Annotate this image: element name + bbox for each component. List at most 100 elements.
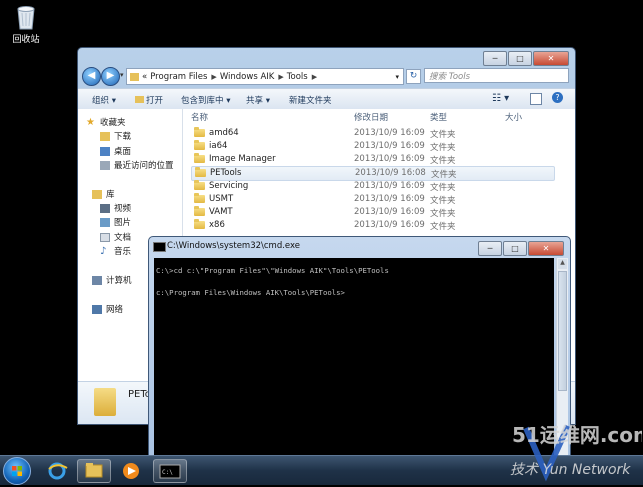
taskbar-media-player-button[interactable]	[114, 459, 148, 483]
organize-button[interactable]: 组织 ▾	[92, 94, 116, 106]
nav-downloads[interactable]: 下载	[100, 130, 131, 142]
folder-icon	[194, 127, 205, 137]
svg-text:C:\: C:\	[162, 469, 173, 476]
cmd-title: C:\Windows\system32\cmd.exe	[167, 241, 301, 251]
nav-desktop[interactable]: 桌面	[100, 145, 131, 157]
breadcrumb-overflow[interactable]: «	[142, 72, 147, 82]
column-size[interactable]: 大小	[505, 111, 522, 123]
nav-documents[interactable]: 文档	[100, 231, 131, 243]
recycle-bin-label: 回收站	[12, 35, 40, 45]
cmd-icon	[153, 242, 166, 252]
nav-videos[interactable]: 视频	[100, 202, 131, 214]
library-icon	[92, 189, 102, 199]
folder-icon	[194, 140, 205, 150]
command-bar: 组织 ▾ 打开 包含到库中 ▾ 共享 ▾ 新建文件夹 ☷ ▾ ?	[78, 88, 575, 110]
downloads-icon	[100, 131, 110, 141]
taskbar-ie-button[interactable]	[40, 459, 74, 483]
view-options-icon[interactable]: ☷ ▾	[492, 93, 509, 104]
picture-icon	[100, 217, 110, 227]
watermark-logo: 51运维网.com 技术 Yun Network	[508, 418, 643, 482]
address-dropdown-icon[interactable]: ▾	[395, 73, 399, 81]
file-row-image-manager[interactable]: Image Manager 2013/10/9 16:09 文件夹	[191, 153, 553, 166]
watermark-bottom: 技术 Yun Network	[510, 462, 631, 478]
cmd-caption-buttons: ─ □ ✕	[478, 241, 564, 256]
breadcrumb-chevron-icon[interactable]: ▶	[278, 73, 283, 81]
nav-network[interactable]: 网络	[92, 303, 123, 315]
nav-pictures[interactable]: 图片	[100, 216, 131, 228]
cmd-minimize-button[interactable]: ─	[478, 241, 502, 256]
nav-computer[interactable]: 计算机	[92, 274, 132, 286]
maximize-button[interactable]: □	[508, 51, 532, 66]
new-folder-button[interactable]: 新建文件夹	[289, 94, 332, 106]
breadcrumb-windows-aik[interactable]: Windows AIK	[220, 72, 275, 82]
column-modified[interactable]: 修改日期	[354, 111, 388, 123]
open-button[interactable]: 打开	[135, 94, 163, 106]
search-input[interactable]: 搜索 Tools	[424, 68, 569, 83]
scroll-thumb[interactable]	[558, 271, 567, 391]
column-name[interactable]: 名称	[191, 111, 208, 123]
folder-icon	[130, 72, 139, 81]
file-row-vamt[interactable]: VAMT 2013/10/9 16:09 文件夹	[191, 206, 553, 219]
refresh-icon[interactable]: ↻	[406, 69, 421, 84]
video-icon	[100, 203, 110, 213]
taskbar-cmd-button[interactable]: C:\	[153, 459, 187, 483]
recycle-bin-icon	[17, 6, 35, 30]
folder-icon	[85, 463, 103, 478]
recycle-bin[interactable]: 回收站	[6, 4, 46, 48]
music-icon: ♪	[100, 245, 107, 257]
folder-icon	[194, 153, 205, 163]
folder-icon	[194, 180, 205, 190]
computer-icon	[92, 275, 102, 285]
address-bar[interactable]: « Program Files ▶ Windows AIK ▶ Tools ▶ …	[126, 68, 404, 85]
nav-music[interactable]: ♪ 音乐	[100, 245, 131, 257]
folder-icon	[194, 193, 205, 203]
cmd-close-button[interactable]: ✕	[528, 241, 564, 256]
network-icon	[92, 304, 102, 314]
desktop-icon	[100, 146, 110, 156]
file-row-ia64[interactable]: ia64 2013/10/9 16:09 文件夹	[191, 140, 553, 153]
star-icon: ★	[86, 116, 95, 128]
nav-libraries[interactable]: 库	[92, 188, 115, 200]
folder-icon	[195, 167, 206, 177]
share-button[interactable]: 共享 ▾	[246, 94, 270, 106]
file-row-amd64[interactable]: amd64 2013/10/9 16:09 文件夹	[191, 127, 553, 140]
start-button[interactable]	[3, 457, 31, 485]
breadcrumb-chevron-icon[interactable]: ▶	[312, 73, 317, 81]
scroll-up-icon[interactable]: ▲	[558, 259, 567, 269]
back-button[interactable]: ◀	[82, 67, 101, 86]
close-button[interactable]: ✕	[533, 51, 569, 66]
open-folder-icon	[135, 96, 144, 103]
breadcrumb-chevron-icon[interactable]: ▶	[211, 73, 216, 81]
cmd-icon: C:\	[159, 464, 181, 479]
folder-icon	[194, 206, 205, 216]
cmd-line-3: c:\Program Files\Windows AIK\Tools\PEToo…	[156, 288, 345, 297]
folder-icon	[194, 219, 205, 229]
file-row-x86[interactable]: x86 2013/10/9 16:09 文件夹	[191, 219, 553, 232]
forward-button[interactable]: ▶	[101, 67, 120, 86]
cmd-console[interactable]: C:\>cd c:\"Program Files"\"Windows AIK"\…	[154, 258, 554, 469]
breadcrumb-tools[interactable]: Tools	[287, 72, 308, 82]
column-type[interactable]: 类型	[430, 111, 447, 123]
minimize-button[interactable]: ─	[483, 51, 507, 66]
media-player-icon	[123, 463, 139, 479]
document-icon	[100, 232, 110, 242]
navigation-bar: ◀ ▶ ▾ « Program Files ▶ Windows AIK ▶ To…	[82, 66, 571, 86]
help-icon[interactable]: ?	[552, 92, 563, 103]
nav-recent-places[interactable]: 最近访问的位置	[100, 159, 174, 171]
file-row-usmt[interactable]: USMT 2013/10/9 16:09 文件夹	[191, 193, 553, 206]
recent-pages-chevron-icon[interactable]: ▾	[120, 71, 124, 79]
file-row-petools[interactable]: PETools 2013/10/9 16:08 文件夹	[191, 166, 555, 181]
recent-places-icon	[100, 160, 110, 170]
preview-pane-icon[interactable]	[530, 93, 542, 105]
windows-logo-icon	[12, 466, 22, 476]
large-folder-icon	[94, 388, 116, 416]
file-row-servicing[interactable]: Servicing 2013/10/9 16:09 文件夹	[191, 180, 553, 193]
taskbar-explorer-button[interactable]	[77, 459, 111, 483]
nav-favorites[interactable]: ★ 收藏夹	[86, 116, 126, 128]
breadcrumb-program-files[interactable]: Program Files	[150, 72, 207, 82]
include-in-library-button[interactable]: 包含到库中 ▾	[181, 94, 230, 106]
explorer-caption-buttons: ─ □ ✕	[483, 51, 569, 66]
watermark-top: 51运维网.com	[512, 423, 642, 447]
internet-explorer-icon	[48, 462, 68, 480]
cmd-maximize-button[interactable]: □	[503, 241, 527, 256]
